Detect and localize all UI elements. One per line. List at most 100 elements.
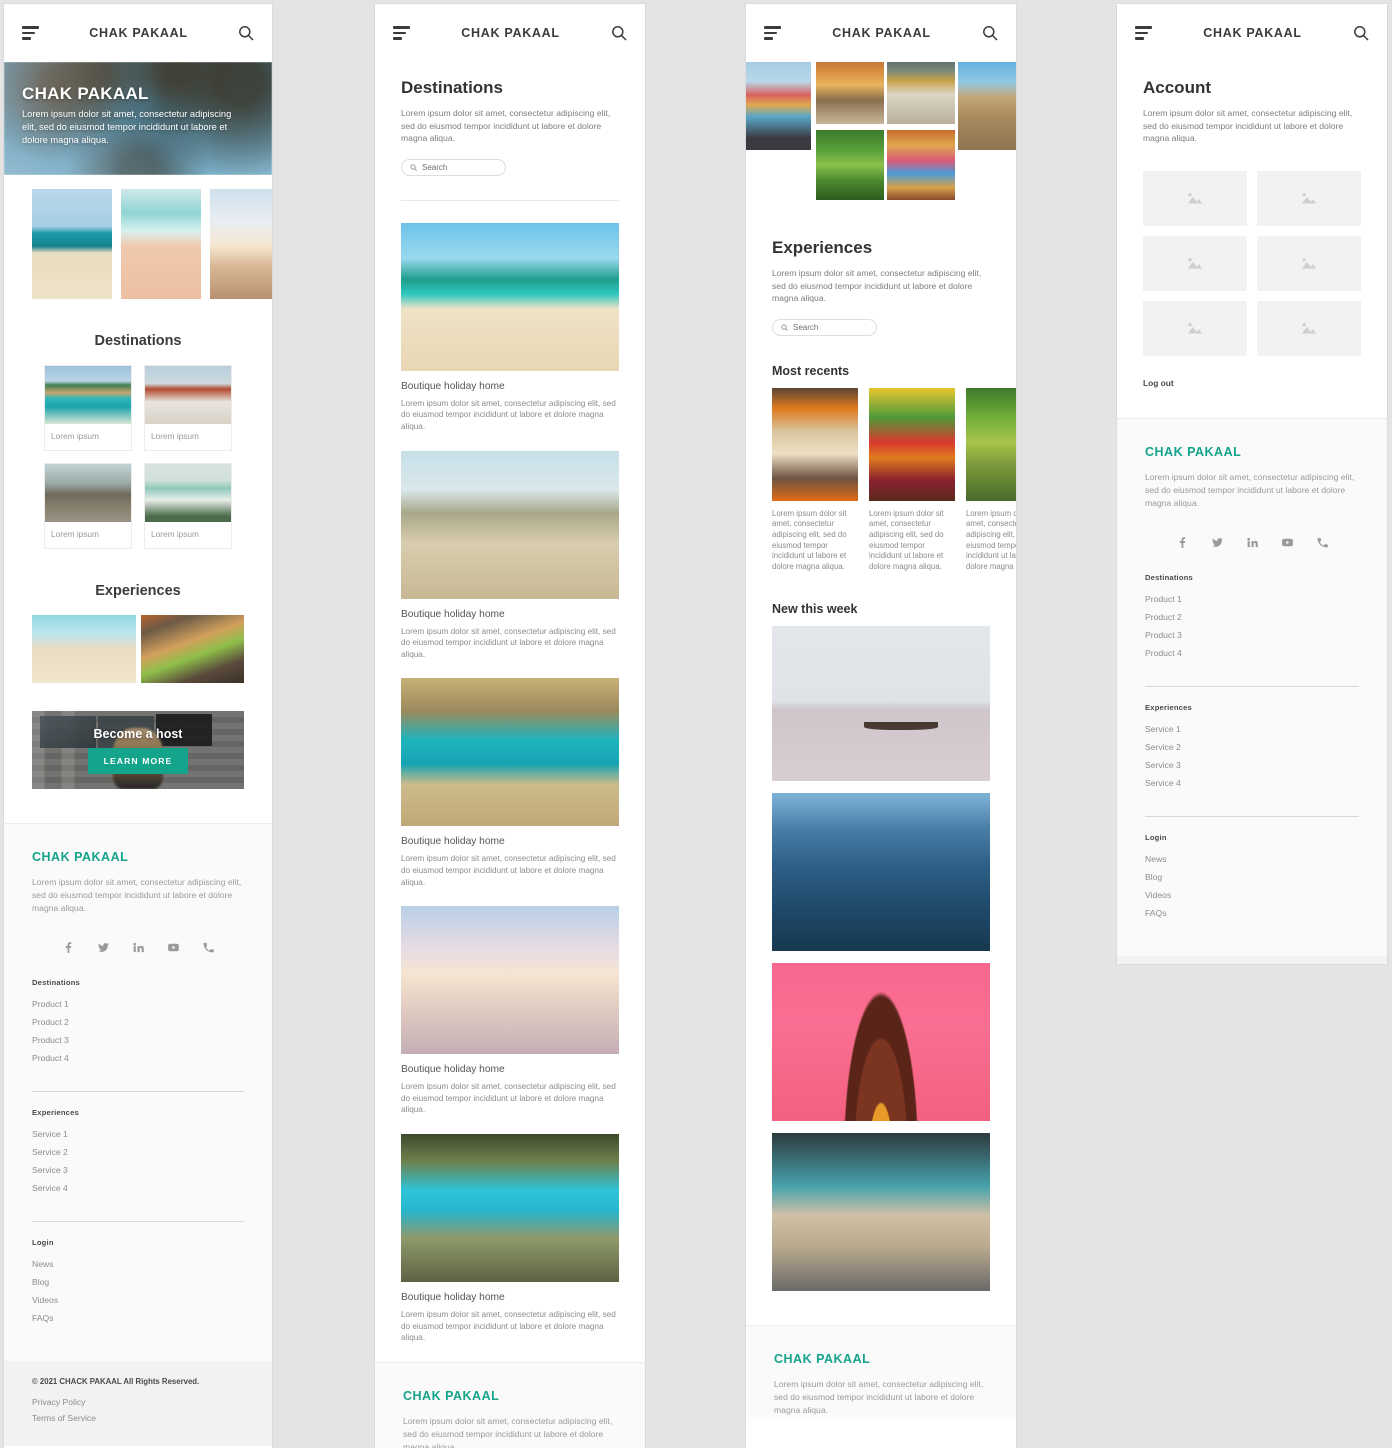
hamburger-icon[interactable] <box>764 26 781 40</box>
facebook-icon[interactable] <box>1176 536 1189 549</box>
footer-link[interactable]: Product 3 <box>32 1031 244 1049</box>
footer-link[interactable]: Service 3 <box>32 1161 244 1179</box>
week-photo[interactable] <box>772 793 990 952</box>
collage-photo[interactable] <box>958 62 1016 150</box>
collage-photo[interactable] <box>816 130 884 200</box>
social-links <box>32 915 244 978</box>
phone-icon[interactable] <box>202 941 215 954</box>
hamburger-icon[interactable] <box>1135 26 1152 40</box>
listing-item[interactable]: Boutique holiday home Lorem ipsum dolor … <box>401 222 619 433</box>
destination-card[interactable]: Lorem ipsum <box>44 365 132 451</box>
divider <box>32 1091 244 1092</box>
footer-link[interactable]: Product 1 <box>32 995 244 1013</box>
footer-link[interactable]: Product 2 <box>1145 608 1359 626</box>
search-icon[interactable] <box>611 25 627 41</box>
facebook-icon[interactable] <box>62 941 75 954</box>
footer-link[interactable]: Service 1 <box>1145 720 1359 738</box>
footer-group: Experiences Service 1 Service 2 Service … <box>32 1108 244 1211</box>
gallery-placeholder[interactable] <box>1257 300 1361 356</box>
image-placeholder-icon <box>1187 323 1203 334</box>
footer-link[interactable]: Service 2 <box>1145 738 1359 756</box>
footer-group-title: Login <box>32 1238 54 1247</box>
recent-card[interactable]: Lorem ipsum dolor sit amet, consectetur … <box>772 387 858 573</box>
footer-link[interactable]: Product 3 <box>1145 626 1359 644</box>
phone-icon[interactable] <box>1316 536 1329 549</box>
footer-link[interactable]: Blog <box>1145 868 1359 886</box>
footer-groups: Destinations Product 1 Product 2 Product… <box>1145 573 1359 936</box>
gallery-placeholder[interactable] <box>1143 235 1247 291</box>
listing-item[interactable]: Boutique holiday home Lorem ipsum dolor … <box>401 1133 619 1344</box>
collage-photo[interactable] <box>816 62 884 124</box>
strip-photo[interactable] <box>32 189 112 299</box>
footer-link[interactable]: Product 2 <box>32 1013 244 1031</box>
strip-photo[interactable] <box>210 189 272 299</box>
gallery-placeholder[interactable] <box>1257 235 1361 291</box>
image-placeholder-icon <box>1301 323 1317 334</box>
week-photo[interactable] <box>772 626 990 782</box>
topbar: CHAK PAKAAL <box>746 4 1016 62</box>
listing-photo <box>401 1133 619 1282</box>
listing-item[interactable]: Boutique holiday home Lorem ipsum dolor … <box>401 906 619 1116</box>
collage-photo[interactable] <box>746 62 811 150</box>
footer-description: Lorem ipsum dolor sit amet, consectetur … <box>1145 471 1355 508</box>
experience-photo[interactable] <box>32 615 136 683</box>
logout-link[interactable]: Log out <box>1117 356 1387 418</box>
search-icon[interactable] <box>238 25 254 41</box>
destination-card[interactable]: Lorem ipsum <box>144 365 232 451</box>
listing-title: Boutique holiday home <box>401 1064 505 1076</box>
footer-link[interactable]: Service 3 <box>1145 756 1359 774</box>
listing-item[interactable]: Boutique holiday home Lorem ipsum dolor … <box>401 450 619 661</box>
terms-of-service-link[interactable]: Terms of Service <box>32 1410 244 1426</box>
learn-more-button[interactable]: LEARN MORE <box>87 747 189 774</box>
gallery-placeholder[interactable] <box>1143 170 1247 226</box>
experience-photo[interactable] <box>140 615 244 683</box>
linkedin-icon[interactable] <box>132 941 145 954</box>
listing-photo <box>401 222 619 371</box>
search-input[interactable]: Search <box>772 318 877 336</box>
search-input[interactable]: Search <box>401 158 506 176</box>
linkedin-icon[interactable] <box>1246 536 1259 549</box>
footer-link[interactable]: Blog <box>32 1273 244 1291</box>
listing-item[interactable]: Boutique holiday home Lorem ipsum dolor … <box>401 678 619 888</box>
footer-link[interactable]: Service 4 <box>32 1179 244 1197</box>
destination-card[interactable]: Lorem ipsum <box>144 463 232 549</box>
destination-card[interactable]: Lorem ipsum <box>44 463 132 549</box>
gallery-placeholder[interactable] <box>1143 300 1247 356</box>
collage-photo[interactable] <box>887 62 955 124</box>
gallery-placeholder[interactable] <box>1257 170 1361 226</box>
recent-card[interactable]: Lorem ipsum dolor sit amet, consectetur … <box>966 387 1016 573</box>
youtube-icon[interactable] <box>1281 536 1294 549</box>
hamburger-icon[interactable] <box>22 26 39 40</box>
footer-link[interactable]: Videos <box>32 1291 244 1309</box>
destinations-heading: Destinations <box>94 333 182 349</box>
footer-link[interactable]: News <box>32 1255 244 1273</box>
hamburger-icon[interactable] <box>393 26 410 40</box>
search-icon[interactable] <box>1353 25 1369 41</box>
twitter-icon[interactable] <box>97 941 110 954</box>
twitter-icon[interactable] <box>1211 536 1224 549</box>
footer-link[interactable]: Service 1 <box>32 1125 244 1143</box>
footer-link[interactable]: FAQs <box>32 1309 244 1327</box>
week-photo[interactable] <box>772 963 990 1122</box>
footer-link[interactable]: Videos <box>1145 886 1359 904</box>
youtube-icon[interactable] <box>167 941 180 954</box>
footer-link[interactable]: Product 4 <box>1145 644 1359 662</box>
divider <box>1145 815 1359 817</box>
destinations-grid: Lorem ipsum Lorem ipsum Lorem ipsum Lore… <box>4 365 272 549</box>
become-host-section: Become a host LEARN MORE <box>4 683 272 823</box>
week-photo[interactable] <box>772 1133 990 1292</box>
footer-link[interactable]: FAQs <box>1145 904 1359 922</box>
footer-group: Login News Blog Videos FAQs <box>32 1238 244 1341</box>
recent-card[interactable]: Lorem ipsum dolor sit amet, consectetur … <box>869 387 955 573</box>
search-icon[interactable] <box>982 25 998 41</box>
strip-photo[interactable] <box>121 189 201 299</box>
privacy-policy-link[interactable]: Privacy Policy <box>32 1394 244 1410</box>
footer-link[interactable]: Product 1 <box>1145 590 1359 608</box>
collage-photo[interactable] <box>887 130 955 200</box>
footer-link[interactable]: Service 4 <box>1145 774 1359 792</box>
footer: CHAK PAKAAL Lorem ipsum dolor sit amet, … <box>375 1361 645 1448</box>
footer-link[interactable]: News <box>1145 850 1359 868</box>
footer-link[interactable]: Service 2 <box>32 1143 244 1161</box>
footer-link[interactable]: Product 4 <box>32 1049 244 1067</box>
topbar: CHAK PAKAAL <box>1117 4 1387 62</box>
